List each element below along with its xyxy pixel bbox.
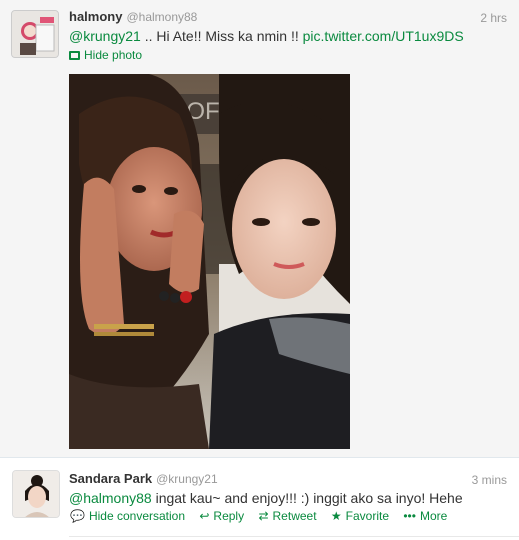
tweet-header: halmony @halmony88 (69, 9, 197, 27)
tweet-text-body: ingat kau~ and enjoy!!! :) inggit ako sa… (151, 490, 463, 506)
divider (69, 536, 519, 540)
retweet-icon: ⇄ (258, 509, 269, 523)
tweet-timestamp[interactable]: 3 mins (472, 473, 507, 487)
star-icon: ★ (330, 509, 342, 523)
reply-button[interactable]: ↩ Reply (199, 509, 244, 523)
mention-link[interactable]: @krungy21 (69, 28, 141, 44)
photo-icon (69, 51, 80, 60)
author-fullname[interactable]: Sandara Park (69, 471, 152, 486)
hide-photo-button[interactable]: Hide photo (69, 48, 142, 62)
author-username[interactable]: @krungy21 (156, 472, 218, 486)
tweet-header: Sandara Park @krungy21 (69, 471, 218, 489)
favorite-button[interactable]: ★ Favorite (331, 509, 389, 523)
reply-arrow-icon: ↩ (199, 509, 210, 523)
avatar-sandara-park[interactable] (12, 470, 60, 518)
retweet-label: Retweet (272, 509, 317, 523)
tweet-timestamp[interactable]: 2 hrs (480, 11, 507, 25)
author-username[interactable]: @halmony88 (126, 10, 197, 24)
tweet-halmony[interactable]: halmony @halmony88 2 hrs @krungy21 .. Hi … (0, 0, 519, 458)
tweet-actions: 💬 Hide conversation ↩ Reply ⇄ Retweet ★ Favo… (70, 509, 458, 523)
ellipsis-icon: ••• (403, 509, 416, 523)
hide-conversation-label: Hide conversation (88, 509, 186, 523)
mention-link[interactable]: @halmony88 (69, 490, 152, 506)
photo-link[interactable]: pic.twitter.com/UT1ux9DS (303, 28, 464, 44)
more-button[interactable]: ••• More (403, 509, 447, 523)
retweet-button[interactable]: ⇄ Retweet (258, 509, 316, 523)
avatar-halmony[interactable] (11, 10, 59, 58)
tweet-text: @halmony88 ingat kau~ and enjoy!!! :) in… (69, 490, 463, 506)
tweet-text: @krungy21 .. Hi Ate!! Miss ka nmin !! pi… (69, 28, 464, 44)
tweet-text-body: .. Hi Ate!! Miss ka nmin !! (140, 28, 303, 44)
favorite-label: Favorite (345, 509, 390, 523)
hide-photo-label: Hide photo (84, 48, 143, 62)
tweet-photo[interactable]: COF (69, 74, 350, 449)
hide-conversation-button[interactable]: 💬 Hide conversation (70, 509, 185, 523)
more-label: More (419, 509, 448, 523)
speech-bubble-icon: 💬 (70, 509, 85, 523)
tweet-sandara-park[interactable]: Sandara Park @krungy21 3 mins @halmony88 … (0, 459, 519, 540)
author-fullname[interactable]: halmony (69, 9, 122, 24)
reply-label: Reply (213, 509, 245, 523)
